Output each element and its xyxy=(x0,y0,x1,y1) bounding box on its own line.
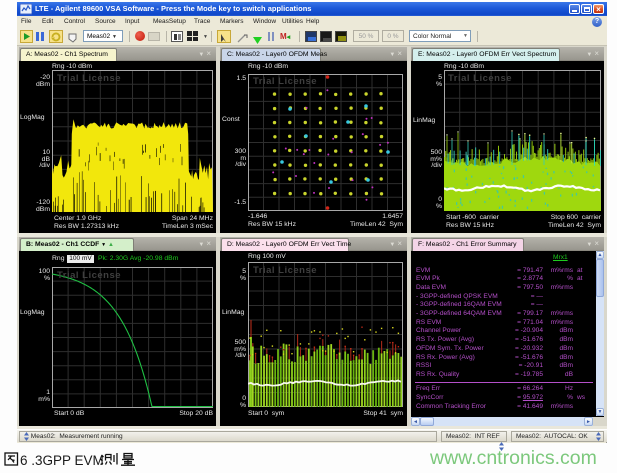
svg-text:6 .3GPP EVM: 6 .3GPP EVM xyxy=(20,453,104,467)
